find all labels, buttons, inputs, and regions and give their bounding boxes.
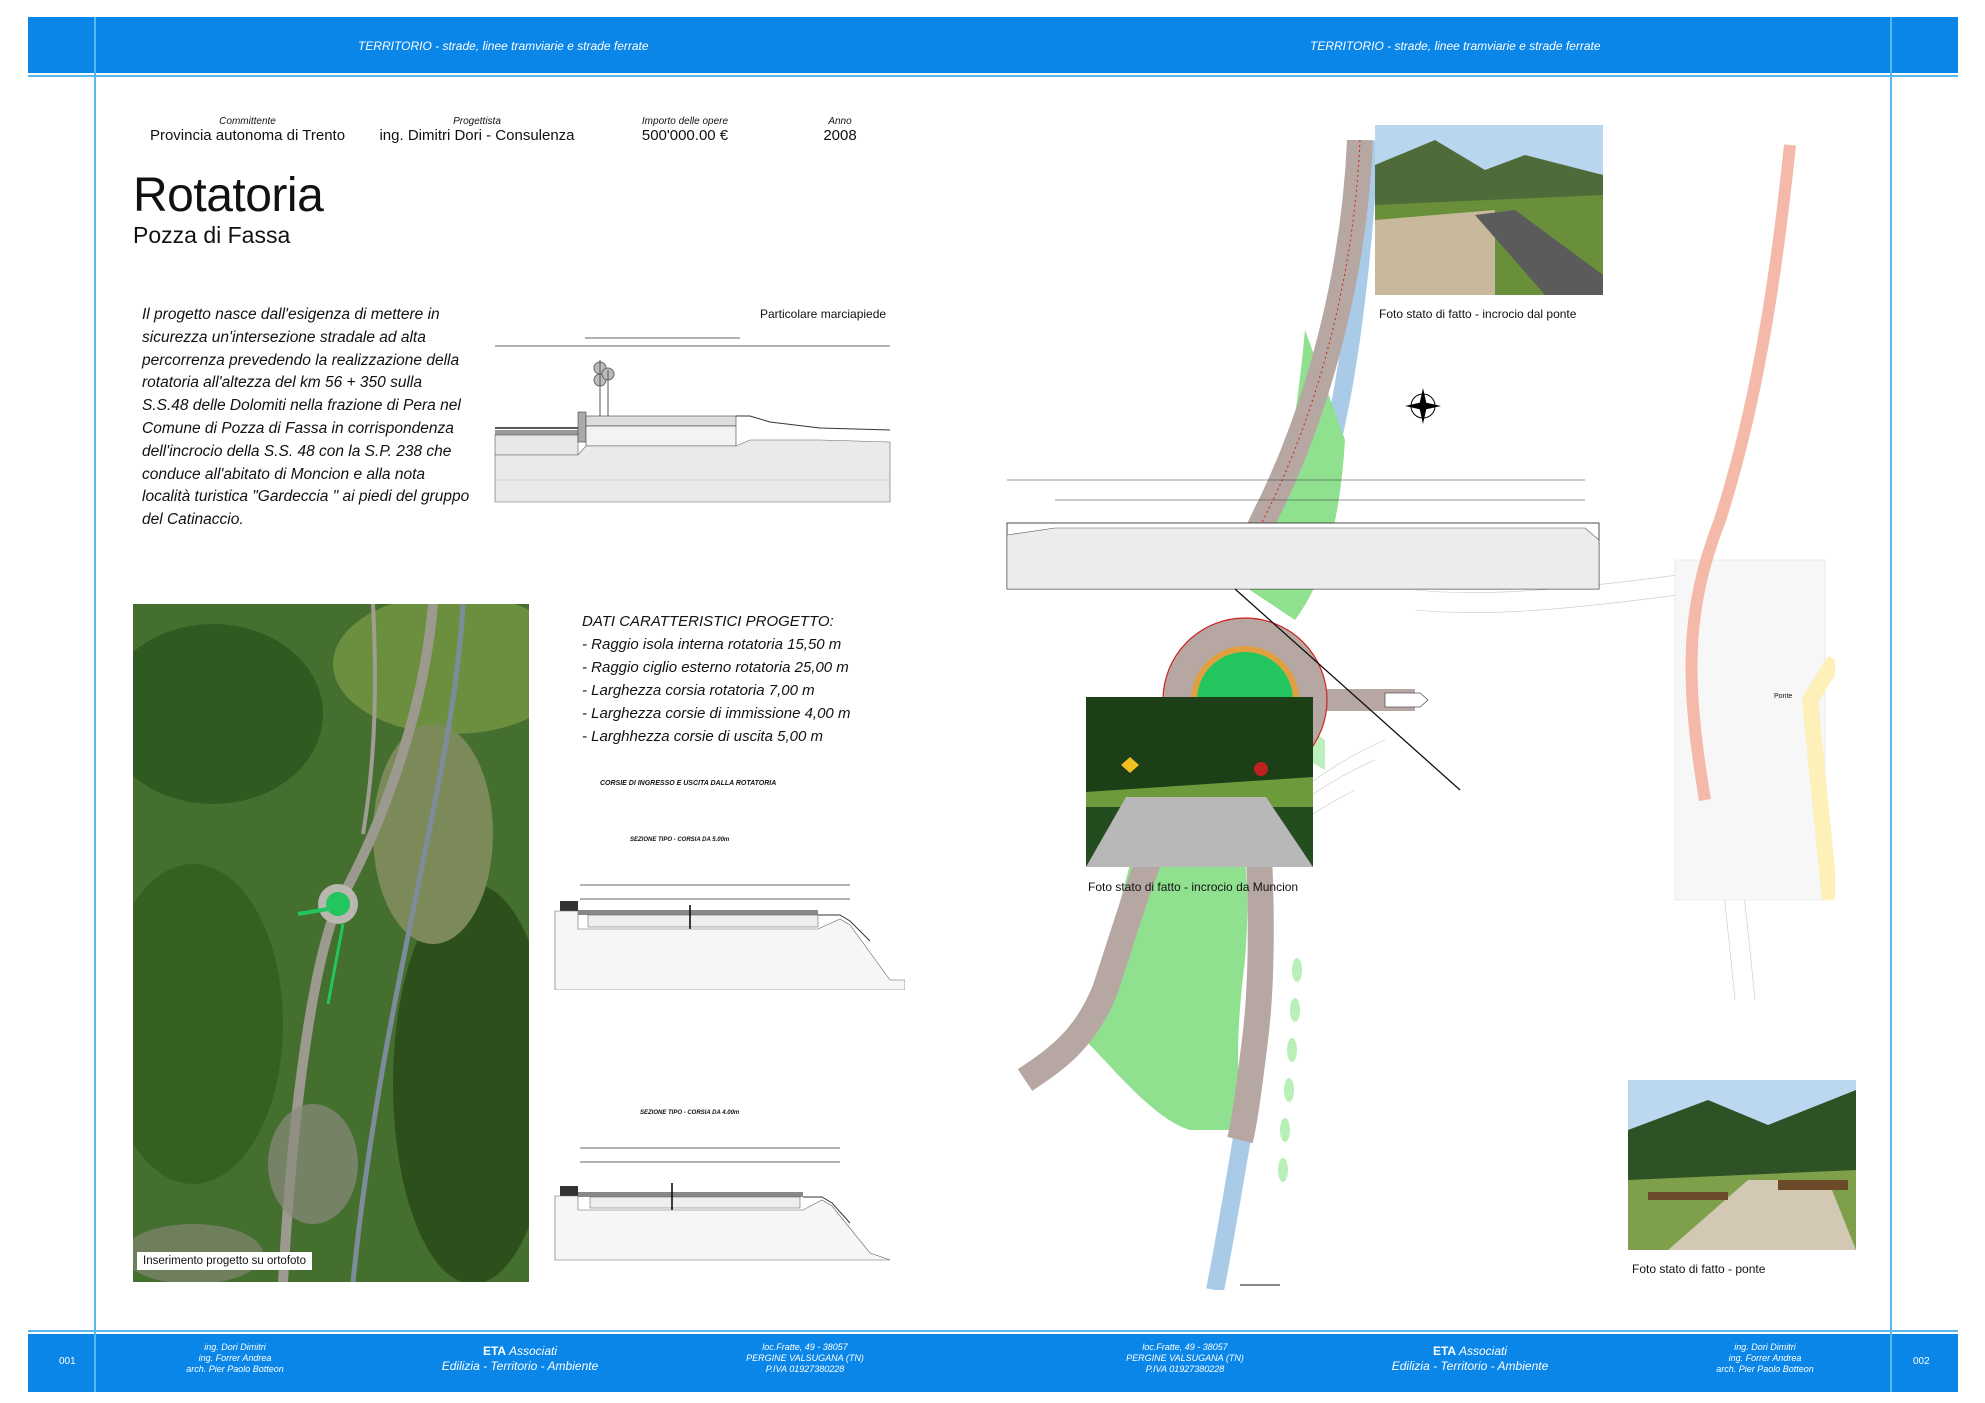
anno-value: 2008 [823,127,857,144]
company-name: ETA [1432,1344,1457,1358]
footer-person: ing. Dori Dimitri [204,1342,266,1352]
company-name-suffix: Associati [1456,1344,1507,1358]
intro-line: rotatoria all'altezza del km 56 + 350 su… [142,374,422,392]
dati-block: DATI CARATTERISTICI PROGETTO: - Raggio i… [582,610,912,748]
dati-item: - Raggio isola interna rotatoria 15,50 m [582,636,842,653]
progettista-block: Progettista ing. Dimitri Dori - Consulen… [372,116,582,144]
footer-person: ing. Forrer Andrea [198,1353,272,1363]
header-title-left: TERRITORIO - strade, linee tramviarie e … [358,39,649,53]
intro-line: del Catinaccio. [142,511,244,529]
intro-line: S.S.48 delle Dolomiti nella frazione di … [142,397,461,415]
photo-ponte [1628,1080,1856,1250]
section-1-drawing [554,884,905,990]
marciapiede-caption: Particolare marciapiede [760,307,887,321]
header-title-right: TERRITORIO - strade, linee tramviarie e … [1310,39,1601,53]
importo-label: Importo delle opere [641,116,729,127]
footer-company-right: ETA Associati Edilizia - Territorio - Am… [1360,1344,1580,1374]
footer-person: ing. Dori Dimitri [1734,1342,1796,1352]
plan-label-ponte: Ponte [1774,693,1793,700]
intro-line: sicurezza un'intersezione stradale ad al… [142,328,426,346]
footer-person: arch. Pier Paolo Botteon [1716,1364,1814,1374]
page-subtitle: Pozza di Fassa [133,222,291,248]
footer-rule [28,1330,1958,1332]
company-tagline: Edilizia - Territorio - Ambiente [1391,1359,1549,1373]
address-line: loc.Fratte, 49 - 38057 [1142,1342,1228,1352]
footer-people-left: ing. Dori Dimitri ing. Forrer Andrea arc… [150,1342,320,1375]
header-band [28,17,1958,73]
address-line: loc.Fratte, 49 - 38057 [762,1342,848,1352]
sections-title: CORSIE DI INGRESSO E USCITA DALLA ROTATO… [600,780,777,787]
address-line: P.IVA 01927380228 [765,1364,845,1374]
intro-line: località turistica "Gardeccia " ai piedi… [142,488,470,506]
committente-block: Committente Provincia autonoma di Trento [140,116,355,144]
dati-heading: DATI CARATTERISTICI PROGETTO: [582,613,834,630]
section-2-title: SEZIONE TIPO - CORSIA DA 4.00m [640,1110,740,1116]
page-number-left: 001 [59,1356,76,1367]
footer-company-left: ETA Associati Edilizia - Territorio - Am… [410,1344,630,1374]
caption-incrocio-ponte: Foto stato di fatto - incrocio dal ponte [1379,307,1577,321]
marciapiede-section-drawing [494,337,891,503]
progettista-value: ing. Dimitri Dori - Consulenza [379,127,575,144]
intro-line: conduce all'abitato di Moncion e alla no… [142,465,426,483]
intro-line: Comune di Pozza di Fassa in corrisponden… [142,419,454,437]
footer-address-right: loc.Fratte, 49 - 38057 PERGINE VALSUGANA… [1100,1342,1270,1375]
intro-paragraph: Il progetto nasce dall'esigenza di mette… [142,304,492,532]
caption-ponte: Foto stato di fatto - ponte [1632,1262,1766,1276]
dati-item: - Raggio ciglio esterno rotatoria 25,00 … [582,659,849,676]
photo-incrocio-moncion [1086,697,1313,867]
ortofoto-image: Inserimento progetto su ortofoto [133,604,529,1282]
anno-label: Anno [828,116,852,127]
caption-incrocio-moncion: Foto stato di fatto - incrocio da Muncio… [1088,880,1299,894]
intro-line: dell'incrocio della S.S. 48 con la S.P. … [142,442,452,460]
importo-value: 500'000.00 € [641,127,729,144]
committente-value: Provincia autonoma di Trento [149,127,346,144]
header-rule [28,75,1958,77]
intro-line: percorrenza prevedendo la realizzazione … [142,351,460,369]
anno-block: Anno 2008 [800,116,880,144]
page-number-right: 002 [1913,1356,1930,1367]
intro-line: Il progetto nasce dall'esigenza di mette… [142,306,440,323]
footer-address-left: loc.Fratte, 49 - 38057 PERGINE VALSUGANA… [720,1342,890,1375]
dati-item: - Larghhezza corsie di uscita 5,00 m [582,728,823,745]
dati-item: - Larghezza corsie di immissione 4,00 m [582,705,851,722]
frame-rule-left [94,17,96,1392]
footer-people-right: ing. Dori Dimitri ing. Forrer Andrea arc… [1680,1342,1850,1375]
photo-incrocio-ponte [1375,125,1603,295]
committente-label: Committente [219,116,276,127]
dati-item: - Larghezza corsia rotatoria 7,00 m [582,682,815,699]
company-name-suffix: Associati [506,1344,557,1358]
footer-person: arch. Pier Paolo Botteon [186,1364,284,1374]
footer-person: ing. Forrer Andrea [1728,1353,1802,1363]
importo-block: Importo delle opere 500'000.00 € [620,116,750,144]
frame-rule-right [1890,17,1892,1392]
page-title: Rotatoria [133,169,324,222]
address-line: PERGINE VALSUGANA (TN) [746,1353,864,1363]
company-tagline: Edilizia - Territorio - Ambiente [441,1359,599,1373]
ortofoto-caption: Inserimento progetto su ortofoto [137,1252,313,1270]
address-line: P.IVA 01927380228 [1145,1364,1225,1374]
address-line: PERGINE VALSUGANA (TN) [1126,1353,1244,1363]
section-2-drawing [554,1147,891,1261]
progettista-label: Progettista [453,116,501,127]
company-name: ETA [482,1344,507,1358]
section-1-title: SEZIONE TIPO - CORSIA DA 5.00m [630,837,730,843]
